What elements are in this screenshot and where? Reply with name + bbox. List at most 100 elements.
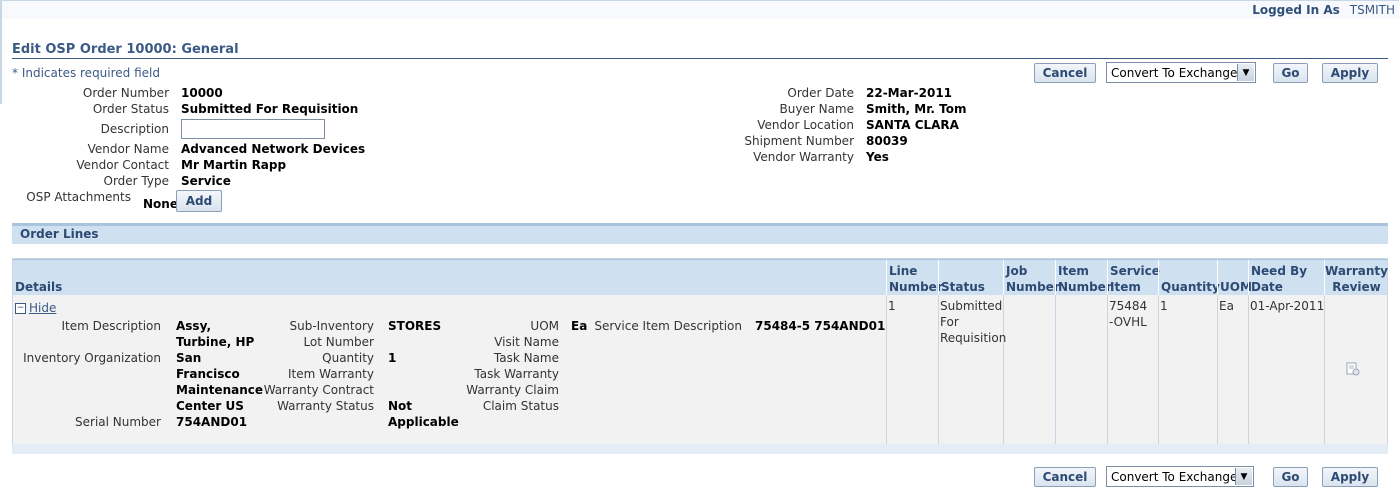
col-divider bbox=[1055, 295, 1056, 445]
quantity-cell: 1 bbox=[1160, 299, 1168, 313]
col-need-by-date: Need By Date bbox=[1248, 260, 1324, 296]
order-number-label: Order Number bbox=[82, 86, 169, 100]
detail-uom-label: UOM bbox=[530, 319, 559, 333]
col-quantity: Quantity bbox=[1158, 260, 1220, 296]
line-number-cell: 1 bbox=[888, 299, 896, 313]
vendor-warranty-label: Vendor Warranty bbox=[753, 150, 854, 164]
service-item-cell: 75484-OVHL bbox=[1109, 299, 1148, 329]
warranty-status-value: Not Applicable bbox=[388, 399, 459, 429]
add-attachment-button[interactable]: Add bbox=[176, 190, 222, 212]
status-cell: Submitted For Requisition bbox=[940, 299, 1007, 345]
sub-inventory-value: STORES bbox=[388, 319, 442, 333]
go-button-bottom[interactable]: Go bbox=[1273, 467, 1308, 487]
chevron-down-icon[interactable]: ▼ bbox=[1235, 468, 1252, 485]
go-button[interactable]: Go bbox=[1273, 63, 1308, 83]
vendor-name-label: Vendor Name bbox=[87, 142, 169, 156]
vendor-warranty-value: Yes bbox=[866, 150, 889, 164]
serial-number-label: Serial Number bbox=[75, 415, 161, 429]
vendor-contact-label: Vendor Contact bbox=[76, 158, 169, 172]
detail-quantity-label: Quantity bbox=[322, 351, 374, 365]
col-item-number: Item Number bbox=[1055, 260, 1112, 296]
vendor-location-label: Vendor Location bbox=[757, 118, 854, 132]
left-border bbox=[0, 0, 2, 104]
order-lines-title: Order Lines bbox=[20, 227, 99, 241]
col-line-number: Line Number bbox=[886, 260, 943, 296]
action-select-value: Convert To Exchange bbox=[1111, 65, 1238, 80]
cancel-button[interactable]: Cancel bbox=[1034, 63, 1096, 83]
osp-attachments-label: OSP Attachments bbox=[26, 190, 131, 204]
buyer-name-label: Buyer Name bbox=[779, 102, 854, 116]
item-description-label: Item Description bbox=[61, 319, 161, 333]
logged-in-info: Logged In As TSMITH bbox=[1252, 3, 1395, 17]
title-divider bbox=[12, 58, 1388, 59]
service-item-desc-value: 75484-5 754AND01 bbox=[755, 319, 886, 333]
warranty-status-label: Warranty Status bbox=[277, 399, 374, 413]
col-warranty-review: Warranty Review bbox=[1324, 260, 1388, 296]
action-select-value-bottom: Convert To Exchange bbox=[1111, 469, 1238, 484]
shipment-number-label: Shipment Number bbox=[744, 134, 854, 148]
col-divider bbox=[1107, 295, 1108, 445]
vendor-contact-value: Mr Martin Rapp bbox=[181, 158, 287, 172]
apply-button-bottom[interactable]: Apply bbox=[1322, 467, 1378, 487]
description-label: Description bbox=[100, 122, 169, 136]
table-header: Details Line Number Status Job Number It… bbox=[13, 259, 1388, 296]
detail-uom-value: Ea bbox=[571, 319, 588, 333]
collapse-icon[interactable]: − bbox=[15, 302, 26, 314]
col-uom: UOM bbox=[1217, 260, 1252, 296]
col-divider bbox=[1248, 295, 1249, 445]
apply-button[interactable]: Apply bbox=[1322, 63, 1378, 83]
hide-details-toggle[interactable]: − Hide bbox=[15, 301, 56, 315]
detail-quantity-value: 1 bbox=[388, 351, 397, 365]
description-input[interactable] bbox=[181, 119, 325, 139]
inventory-org-value: San Francisco Maintenance Center US bbox=[176, 351, 264, 413]
item-description-value: Assy, Turbine, HP bbox=[176, 319, 255, 349]
order-number-value: 10000 bbox=[181, 86, 223, 100]
lot-number-label: Lot Number bbox=[303, 335, 374, 349]
logged-in-label: Logged In As bbox=[1252, 3, 1340, 17]
chevron-down-icon[interactable]: ▼ bbox=[1237, 64, 1254, 81]
vendor-location-value: SANTA CLARA bbox=[866, 118, 959, 132]
claim-status-label: Claim Status bbox=[482, 399, 559, 413]
col-divider bbox=[886, 295, 887, 445]
warranty-claim-label: Warranty Claim bbox=[466, 383, 559, 397]
col-divider bbox=[1324, 295, 1325, 445]
shipment-number-value: 80039 bbox=[866, 134, 908, 148]
warranty-review-icon[interactable] bbox=[1346, 362, 1360, 376]
cancel-button-bottom[interactable]: Cancel bbox=[1034, 467, 1096, 487]
inventory-org-label: Inventory Organization bbox=[23, 351, 161, 365]
col-job-number: Job Number bbox=[1003, 260, 1060, 296]
buyer-name-value: Smith, Mr. Tom bbox=[866, 102, 967, 116]
order-type-label: Order Type bbox=[103, 174, 169, 188]
col-divider bbox=[1158, 295, 1159, 445]
order-lines-table: Details Line Number Status Job Number It… bbox=[12, 258, 1388, 445]
order-lines-header: Order Lines bbox=[12, 223, 1388, 244]
item-warranty-label: Item Warranty bbox=[287, 367, 374, 381]
warranty-contract-label: Warranty Contract bbox=[263, 383, 374, 397]
col-details: Details bbox=[15, 280, 63, 294]
sub-inventory-label: Sub-Inventory bbox=[289, 319, 375, 333]
action-select-bottom[interactable]: Convert To Exchange ▼ bbox=[1106, 466, 1254, 487]
global-header: Logged In As TSMITH bbox=[0, 0, 1399, 19]
action-select[interactable]: Convert To Exchange ▼ bbox=[1106, 62, 1256, 83]
page-title: Edit OSP Order 10000: General bbox=[12, 42, 239, 57]
table-footer-band bbox=[12, 444, 1388, 454]
username: TSMITH bbox=[1349, 3, 1395, 17]
vendor-name-value: Advanced Network Devices bbox=[181, 142, 366, 156]
order-date-value: 22-Mar-2011 bbox=[866, 86, 953, 100]
visit-name-label: Visit Name bbox=[494, 335, 559, 349]
service-item-desc-label: Service Item Description bbox=[594, 319, 742, 333]
uom-cell: Ea bbox=[1219, 299, 1234, 313]
required-note: * Indicates required field bbox=[12, 66, 161, 80]
order-status-value: Submitted For Requisition bbox=[181, 102, 359, 116]
hide-link[interactable]: Hide bbox=[29, 301, 56, 315]
osp-attachments-value: None bbox=[143, 197, 178, 211]
col-status: Status bbox=[938, 260, 1003, 296]
task-warranty-label: Task Warranty bbox=[474, 367, 559, 381]
col-service-item: Service Item bbox=[1107, 260, 1160, 296]
order-date-label: Order Date bbox=[787, 86, 854, 100]
serial-number-value: 754AND01 bbox=[176, 415, 248, 429]
order-type-value: Service bbox=[181, 174, 231, 188]
col-divider bbox=[938, 295, 939, 445]
order-status-label: Order Status bbox=[92, 102, 169, 116]
task-name-label: Task Name bbox=[493, 351, 559, 365]
